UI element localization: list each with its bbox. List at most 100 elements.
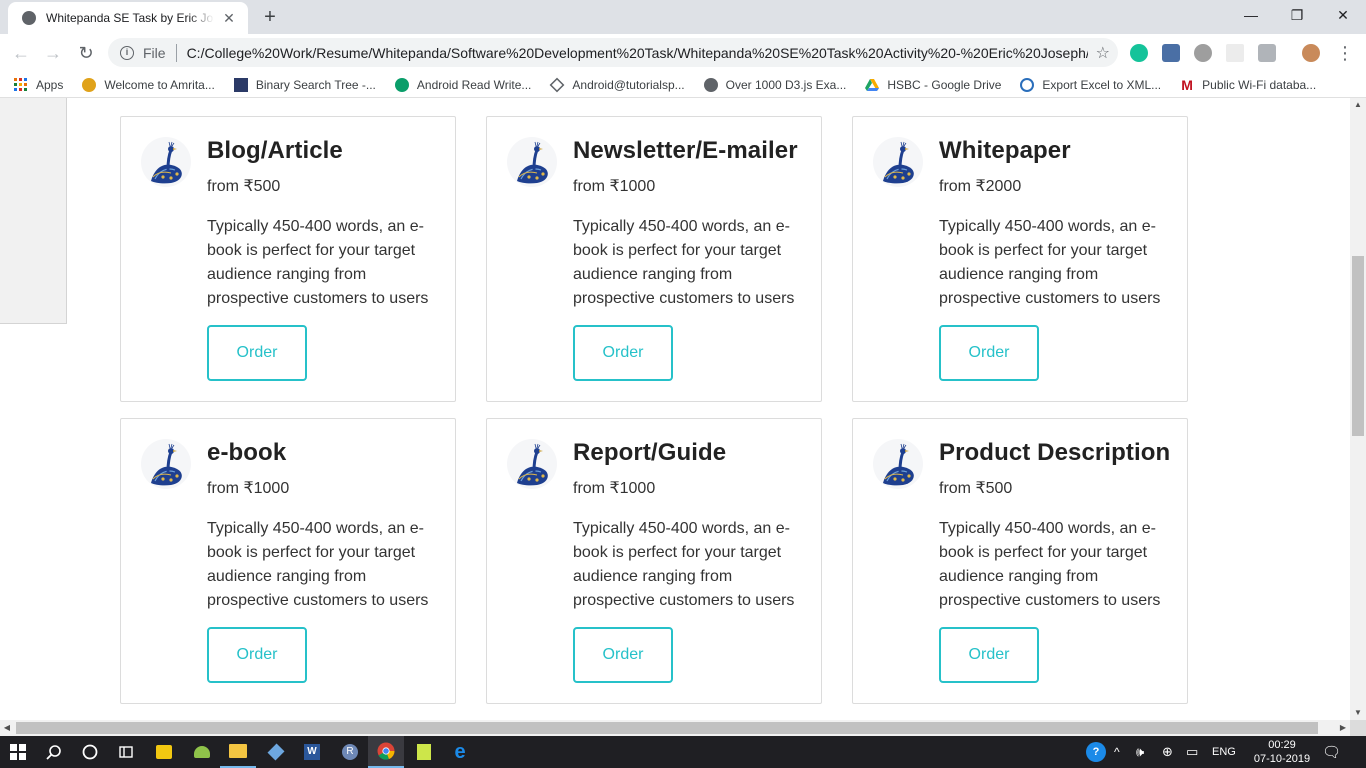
extension-icon[interactable] (1194, 44, 1212, 62)
card-title: e-book (207, 439, 287, 466)
start-button[interactable] (0, 736, 36, 768)
taskbar-app[interactable]: W (294, 736, 330, 768)
scroll-thumb[interactable] (16, 722, 1318, 734)
bookmark-item[interactable]: Binary Search Tree -... (233, 77, 376, 92)
clock-time: 00:29 (1268, 739, 1296, 751)
extension-icon[interactable] (1162, 44, 1180, 62)
vertical-scrollbar[interactable]: ▲ ▼ (1350, 98, 1366, 720)
service-card: Report/Guide from ₹1000 Typically 450-40… (486, 418, 822, 704)
clock[interactable]: 00:29 07-10-2019 (1248, 738, 1316, 766)
drive-icon (865, 78, 880, 92)
bookmark-item[interactable]: M Public Wi-Fi databa... (1180, 78, 1316, 92)
bookmark-item[interactable]: Welcome to Amrita... (82, 77, 215, 92)
extension-icon[interactable] (1226, 44, 1244, 62)
scroll-left-icon[interactable]: ◀ (0, 720, 14, 736)
windows-icon (10, 744, 26, 760)
info-icon[interactable]: i (120, 45, 134, 60)
tray-chevron-icon[interactable]: ^ (1114, 736, 1120, 768)
order-button[interactable]: Order (207, 325, 307, 381)
scroll-thumb[interactable] (1352, 256, 1364, 436)
card-description: Typically 450-400 words, an e-book is pe… (573, 520, 795, 609)
tab-title: Whitepanda SE Task by Eric Joseph (46, 11, 214, 25)
scroll-up-icon[interactable]: ▲ (1350, 98, 1366, 112)
grammarly-icon[interactable] (1130, 44, 1148, 62)
card-description: Typically 450-400 words, an e-book is pe… (573, 218, 795, 307)
clock-date: 07-10-2019 (1253, 753, 1311, 765)
globe-icon (703, 77, 718, 92)
order-button[interactable]: Order (939, 627, 1039, 683)
card-title: Product Description (939, 439, 1171, 466)
notepad-icon (417, 744, 431, 760)
bookmark-label: Public Wi-Fi databa... (1202, 77, 1317, 92)
bookmark-apps[interactable]: Apps (14, 77, 64, 92)
card-price: from ₹500 (939, 480, 1013, 497)
divider (175, 43, 177, 62)
cortana-button[interactable] (72, 736, 108, 768)
network-icon[interactable]: ⊕ (1162, 736, 1173, 768)
android-logo-icon (394, 77, 409, 92)
address-bar[interactable]: i File C:/College%20Work/Resume/Whitepan… (108, 38, 1118, 67)
bookmark-item[interactable]: Android@tutorialsp... (549, 77, 685, 92)
taskbar-app[interactable] (184, 736, 220, 768)
bookmark-item[interactable]: Export Excel to XML... (1020, 77, 1161, 92)
battery-icon[interactable]: ▭ (1186, 736, 1198, 768)
back-button[interactable]: ← (8, 40, 34, 66)
extension-icon[interactable] (1258, 44, 1276, 62)
service-card: Blog/Article from ₹500 Typically 450-400… (120, 116, 456, 402)
cortana-icon (82, 744, 98, 760)
service-card: Product Description from ₹500 Typically … (852, 418, 1188, 704)
android-studio-icon (194, 746, 210, 758)
word-icon: W (304, 744, 320, 760)
taskbar-app-chrome[interactable] (368, 736, 404, 768)
bookmark-label: Android Read Write... (416, 77, 532, 92)
help-icon[interactable]: ? (1086, 736, 1106, 768)
order-button[interactable]: Order (207, 627, 307, 683)
close-window-button[interactable]: ✕ (1320, 0, 1366, 32)
tree-logo-icon (233, 77, 248, 92)
reload-button[interactable]: ↻ (73, 40, 99, 66)
scroll-down-icon[interactable]: ▼ (1350, 706, 1366, 720)
volume-icon[interactable]: 🕪 (1136, 736, 1144, 768)
bookmark-label: Apps (36, 77, 64, 92)
card-description: Typically 450-400 words, an e-book is pe… (939, 520, 1161, 609)
menu-button[interactable]: ⋮ (1332, 40, 1358, 66)
order-button[interactable]: Order (573, 325, 673, 381)
service-card: Newsletter/E-mailer from ₹1000 Typically… (486, 116, 822, 402)
bookmark-star-icon[interactable]: ☆ (1096, 43, 1110, 63)
card-title: Newsletter/E-mailer (573, 137, 798, 164)
horizontal-scrollbar[interactable]: ◀ ▶ (0, 720, 1350, 736)
bookmark-item[interactable]: Android Read Write... (394, 77, 532, 92)
search-button[interactable] (36, 736, 72, 768)
card-description: Typically 450-400 words, an e-book is pe… (939, 218, 1161, 307)
taskbar-app[interactable] (220, 736, 256, 768)
tab-close-icon[interactable]: ✕ (220, 10, 238, 27)
amrita-logo-icon (82, 77, 97, 92)
task-view-button[interactable] (108, 736, 144, 768)
bookmark-item[interactable]: Over 1000 D3.js Exa... (703, 77, 846, 92)
order-button[interactable]: Order (939, 325, 1039, 381)
taskbar-app[interactable] (406, 736, 442, 768)
apps-grid-icon (14, 77, 28, 92)
taskbar-app[interactable] (146, 736, 182, 768)
taskbar-app[interactable]: e (442, 736, 478, 768)
language-indicator[interactable]: ENG (1212, 736, 1236, 768)
new-tab-button[interactable]: + (258, 6, 282, 28)
taskbar-app[interactable] (258, 736, 294, 768)
card-title: Whitepaper (939, 137, 1071, 164)
restore-button[interactable]: ❐ (1274, 0, 1320, 32)
store-icon (156, 745, 172, 759)
peacock-logo-icon (507, 137, 557, 187)
scroll-right-icon[interactable]: ▶ (1336, 720, 1350, 736)
minimize-button[interactable]: — (1228, 0, 1274, 32)
url-text[interactable]: C:/College%20Work/Resume/Whitepanda/Soft… (187, 45, 1088, 61)
order-button[interactable]: Order (573, 627, 673, 683)
forward-button[interactable]: → (40, 40, 66, 66)
avatar[interactable] (1302, 44, 1320, 62)
service-card: Whitepaper from ₹2000 Typically 450-400 … (852, 116, 1188, 402)
card-price: from ₹500 (207, 178, 281, 195)
bookmark-label: Android@tutorialsp... (572, 77, 685, 92)
tab-active[interactable]: Whitepanda SE Task by Eric Joseph ✕ (8, 2, 248, 34)
taskbar-app[interactable]: R (332, 736, 368, 768)
notifications-icon[interactable]: 🗨 (1322, 736, 1341, 768)
bookmark-item[interactable]: HSBC - Google Drive (865, 78, 1001, 92)
